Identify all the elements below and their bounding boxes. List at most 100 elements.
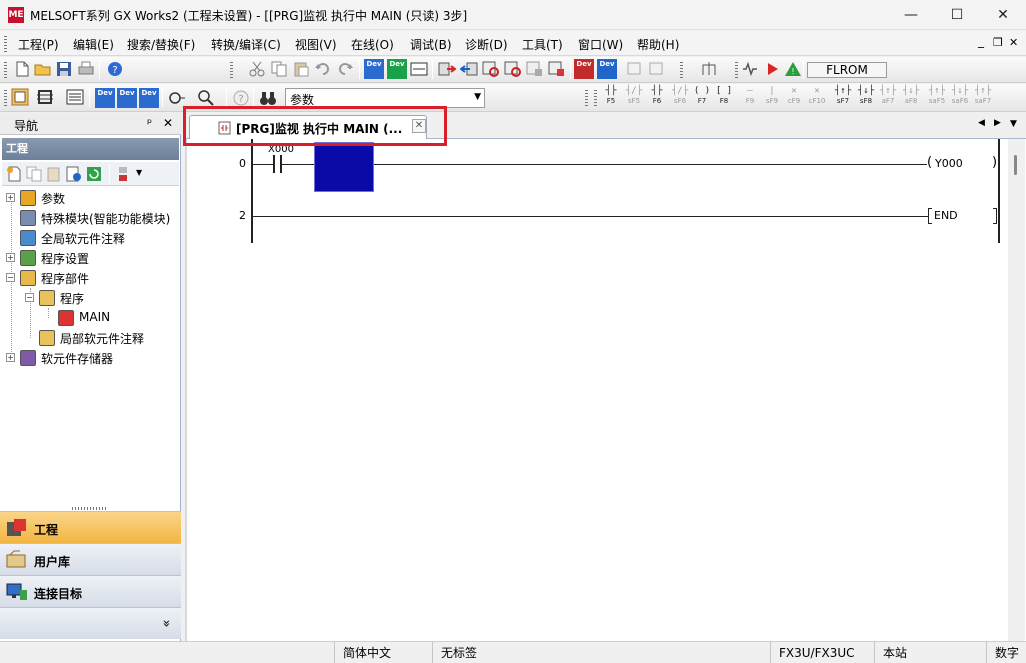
- menu-convert-compile[interactable]: 转换/编译(C): [211, 36, 281, 53]
- print-icon[interactable]: [77, 60, 95, 78]
- toolbar-grip[interactable]: [230, 62, 233, 78]
- menu-view[interactable]: 视图(V): [295, 36, 337, 53]
- tree-item-device-memory[interactable]: + 软元件存储器: [0, 348, 181, 368]
- open-folder-icon[interactable]: [34, 60, 52, 78]
- mdi-close-button[interactable]: ✕: [1009, 36, 1018, 49]
- device-replace-icon[interactable]: Dev: [387, 59, 407, 79]
- expand-icon[interactable]: +: [6, 193, 15, 202]
- sampling-trace-icon[interactable]: [741, 60, 759, 78]
- nav-tab-project[interactable]: 工程: [0, 511, 181, 543]
- coil-device-label[interactable]: Y000: [935, 157, 963, 170]
- copy-icon[interactable]: [270, 60, 288, 78]
- fkey-sf5-button[interactable]: ┤/├ sF5: [623, 86, 645, 106]
- fkey-sf6-button[interactable]: ┤/├ sF6: [669, 86, 691, 106]
- fkey-sf8-button[interactable]: ┤↓├ sF8: [855, 86, 877, 106]
- tree-item-parameter[interactable]: + 参数: [0, 188, 181, 208]
- tree-item-program-parts[interactable]: − 程序部件: [0, 268, 181, 288]
- monitor-cursor[interactable]: [314, 142, 374, 192]
- fkey-saf5-button[interactable]: ┤↑├ saF5: [926, 86, 948, 106]
- menu-grip[interactable]: [4, 36, 7, 52]
- toolbar-grip[interactable]: [4, 90, 7, 106]
- help-circle-icon[interactable]: ?: [232, 89, 250, 107]
- statement-icon[interactable]: [648, 60, 666, 78]
- cut-icon[interactable]: [248, 60, 266, 78]
- read-from-plc-icon[interactable]: [460, 60, 478, 78]
- fkey-cf10-button[interactable]: ✕ cF10: [806, 86, 828, 106]
- toolbar-grip[interactable]: [680, 62, 683, 78]
- menu-edit[interactable]: 编辑(E): [73, 36, 114, 53]
- paste-icon[interactable]: [292, 60, 310, 78]
- maximize-button[interactable]: ☐: [934, 0, 980, 30]
- sort-icon[interactable]: [116, 165, 134, 183]
- fkey-cf9-button[interactable]: ✕ cF9: [783, 86, 805, 106]
- toolbar-grip[interactable]: [594, 90, 597, 106]
- fkey-sf9-button[interactable]: | sF9: [761, 86, 783, 106]
- add-data-icon[interactable]: [5, 165, 23, 183]
- expand-icon[interactable]: +: [6, 353, 15, 362]
- program-check-icon[interactable]: [700, 60, 718, 78]
- instruction-search-icon[interactable]: [410, 60, 428, 78]
- nav-tab-connection-destination[interactable]: 连接目标: [0, 575, 181, 607]
- tree-item-program-setting[interactable]: + 程序设置: [0, 248, 181, 268]
- fkey-f7-button[interactable]: ( ) F7: [691, 86, 713, 106]
- stop-warning-icon[interactable]: !: [784, 60, 802, 78]
- toolbar-grip[interactable]: [735, 62, 738, 78]
- menu-window[interactable]: 窗口(W): [578, 36, 623, 53]
- more-tabs-icon[interactable]: »: [158, 620, 173, 628]
- tree-item-special-module[interactable]: 特殊模块(智能功能模块): [0, 208, 181, 228]
- close-button[interactable]: ✕: [980, 0, 1026, 30]
- menu-tools[interactable]: 工具(T): [522, 36, 563, 53]
- fkey-af8-button[interactable]: ┤↓├ aF8: [900, 86, 922, 106]
- menu-online[interactable]: 在线(O): [351, 36, 394, 53]
- comment-icon[interactable]: [626, 60, 644, 78]
- flrom-button[interactable]: FLROM: [807, 62, 887, 78]
- tab-prev-button[interactable]: ◀: [978, 118, 985, 128]
- batch-monitor-icon[interactable]: [548, 60, 566, 78]
- new-file-icon[interactable]: [13, 60, 31, 78]
- tree-item-main[interactable]: MAIN: [0, 308, 181, 328]
- minimize-button[interactable]: —: [888, 0, 934, 30]
- fkey-f9-button[interactable]: — F9: [739, 86, 761, 106]
- collapse-icon[interactable]: −: [25, 293, 34, 302]
- chevron-down-icon[interactable]: ▼: [474, 92, 481, 102]
- fkey-saf6-button[interactable]: ┤↓├ saF6: [949, 86, 971, 106]
- menu-search-replace[interactable]: 搜索/替换(F): [127, 36, 195, 53]
- fkey-f5-button[interactable]: ┤├ F5: [600, 86, 622, 106]
- undo-icon[interactable]: [314, 60, 332, 78]
- fkey-f8-button[interactable]: [ ] F8: [713, 86, 735, 106]
- watch-icon[interactable]: [168, 89, 186, 107]
- nav-tab-user-library[interactable]: 用户库: [0, 543, 181, 575]
- binoculars-icon[interactable]: [259, 89, 277, 107]
- menu-diagnostics[interactable]: 诊断(D): [465, 36, 508, 53]
- device-search-icon[interactable]: Dev: [364, 59, 384, 79]
- redo-icon[interactable]: [336, 60, 354, 78]
- navigation-window-icon[interactable]: [11, 88, 29, 106]
- mdi-minimize-button[interactable]: _: [978, 34, 984, 48]
- copy-data-icon[interactable]: [25, 165, 43, 183]
- device-comment-icon[interactable]: Dev: [117, 88, 137, 108]
- tab-next-button[interactable]: ▶: [994, 118, 1001, 128]
- panel-splitter[interactable]: [72, 507, 108, 510]
- fkey-af7-button[interactable]: ┤↑├ aF7: [877, 86, 899, 106]
- toolbar-grip[interactable]: [4, 62, 7, 78]
- tree-item-local-device-comment[interactable]: 局部软元件注释: [0, 328, 181, 348]
- menu-debug[interactable]: 调试(B): [410, 36, 452, 53]
- menu-help[interactable]: 帮助(H): [637, 36, 679, 53]
- fkey-f6-button[interactable]: ┤├ F6: [646, 86, 668, 106]
- tree-item-program[interactable]: − 程序: [0, 288, 181, 308]
- ladder-editor[interactable]: 0 X000 ( Y000 ) 2 END: [185, 139, 1026, 641]
- refresh-icon[interactable]: [85, 165, 103, 183]
- vertical-scrollbar[interactable]: [1008, 139, 1025, 641]
- parameter-combo[interactable]: 参数 ▼: [285, 88, 485, 108]
- collapse-icon[interactable]: −: [6, 273, 15, 282]
- device-batch-icon[interactable]: Dev: [574, 59, 594, 79]
- fkey-saf7-button[interactable]: ┤↑├ saF7: [972, 86, 994, 106]
- scrollbar-thumb[interactable]: [1014, 155, 1017, 175]
- monitor-icon[interactable]: [504, 60, 522, 78]
- write-to-plc-icon[interactable]: [438, 60, 456, 78]
- verify-icon[interactable]: [482, 60, 500, 78]
- chevron-down-icon[interactable]: ▼: [136, 168, 142, 177]
- device-register-icon[interactable]: Dev: [597, 59, 617, 79]
- tab-list-button[interactable]: ▼: [1010, 119, 1017, 129]
- paste-data-icon[interactable]: [45, 165, 63, 183]
